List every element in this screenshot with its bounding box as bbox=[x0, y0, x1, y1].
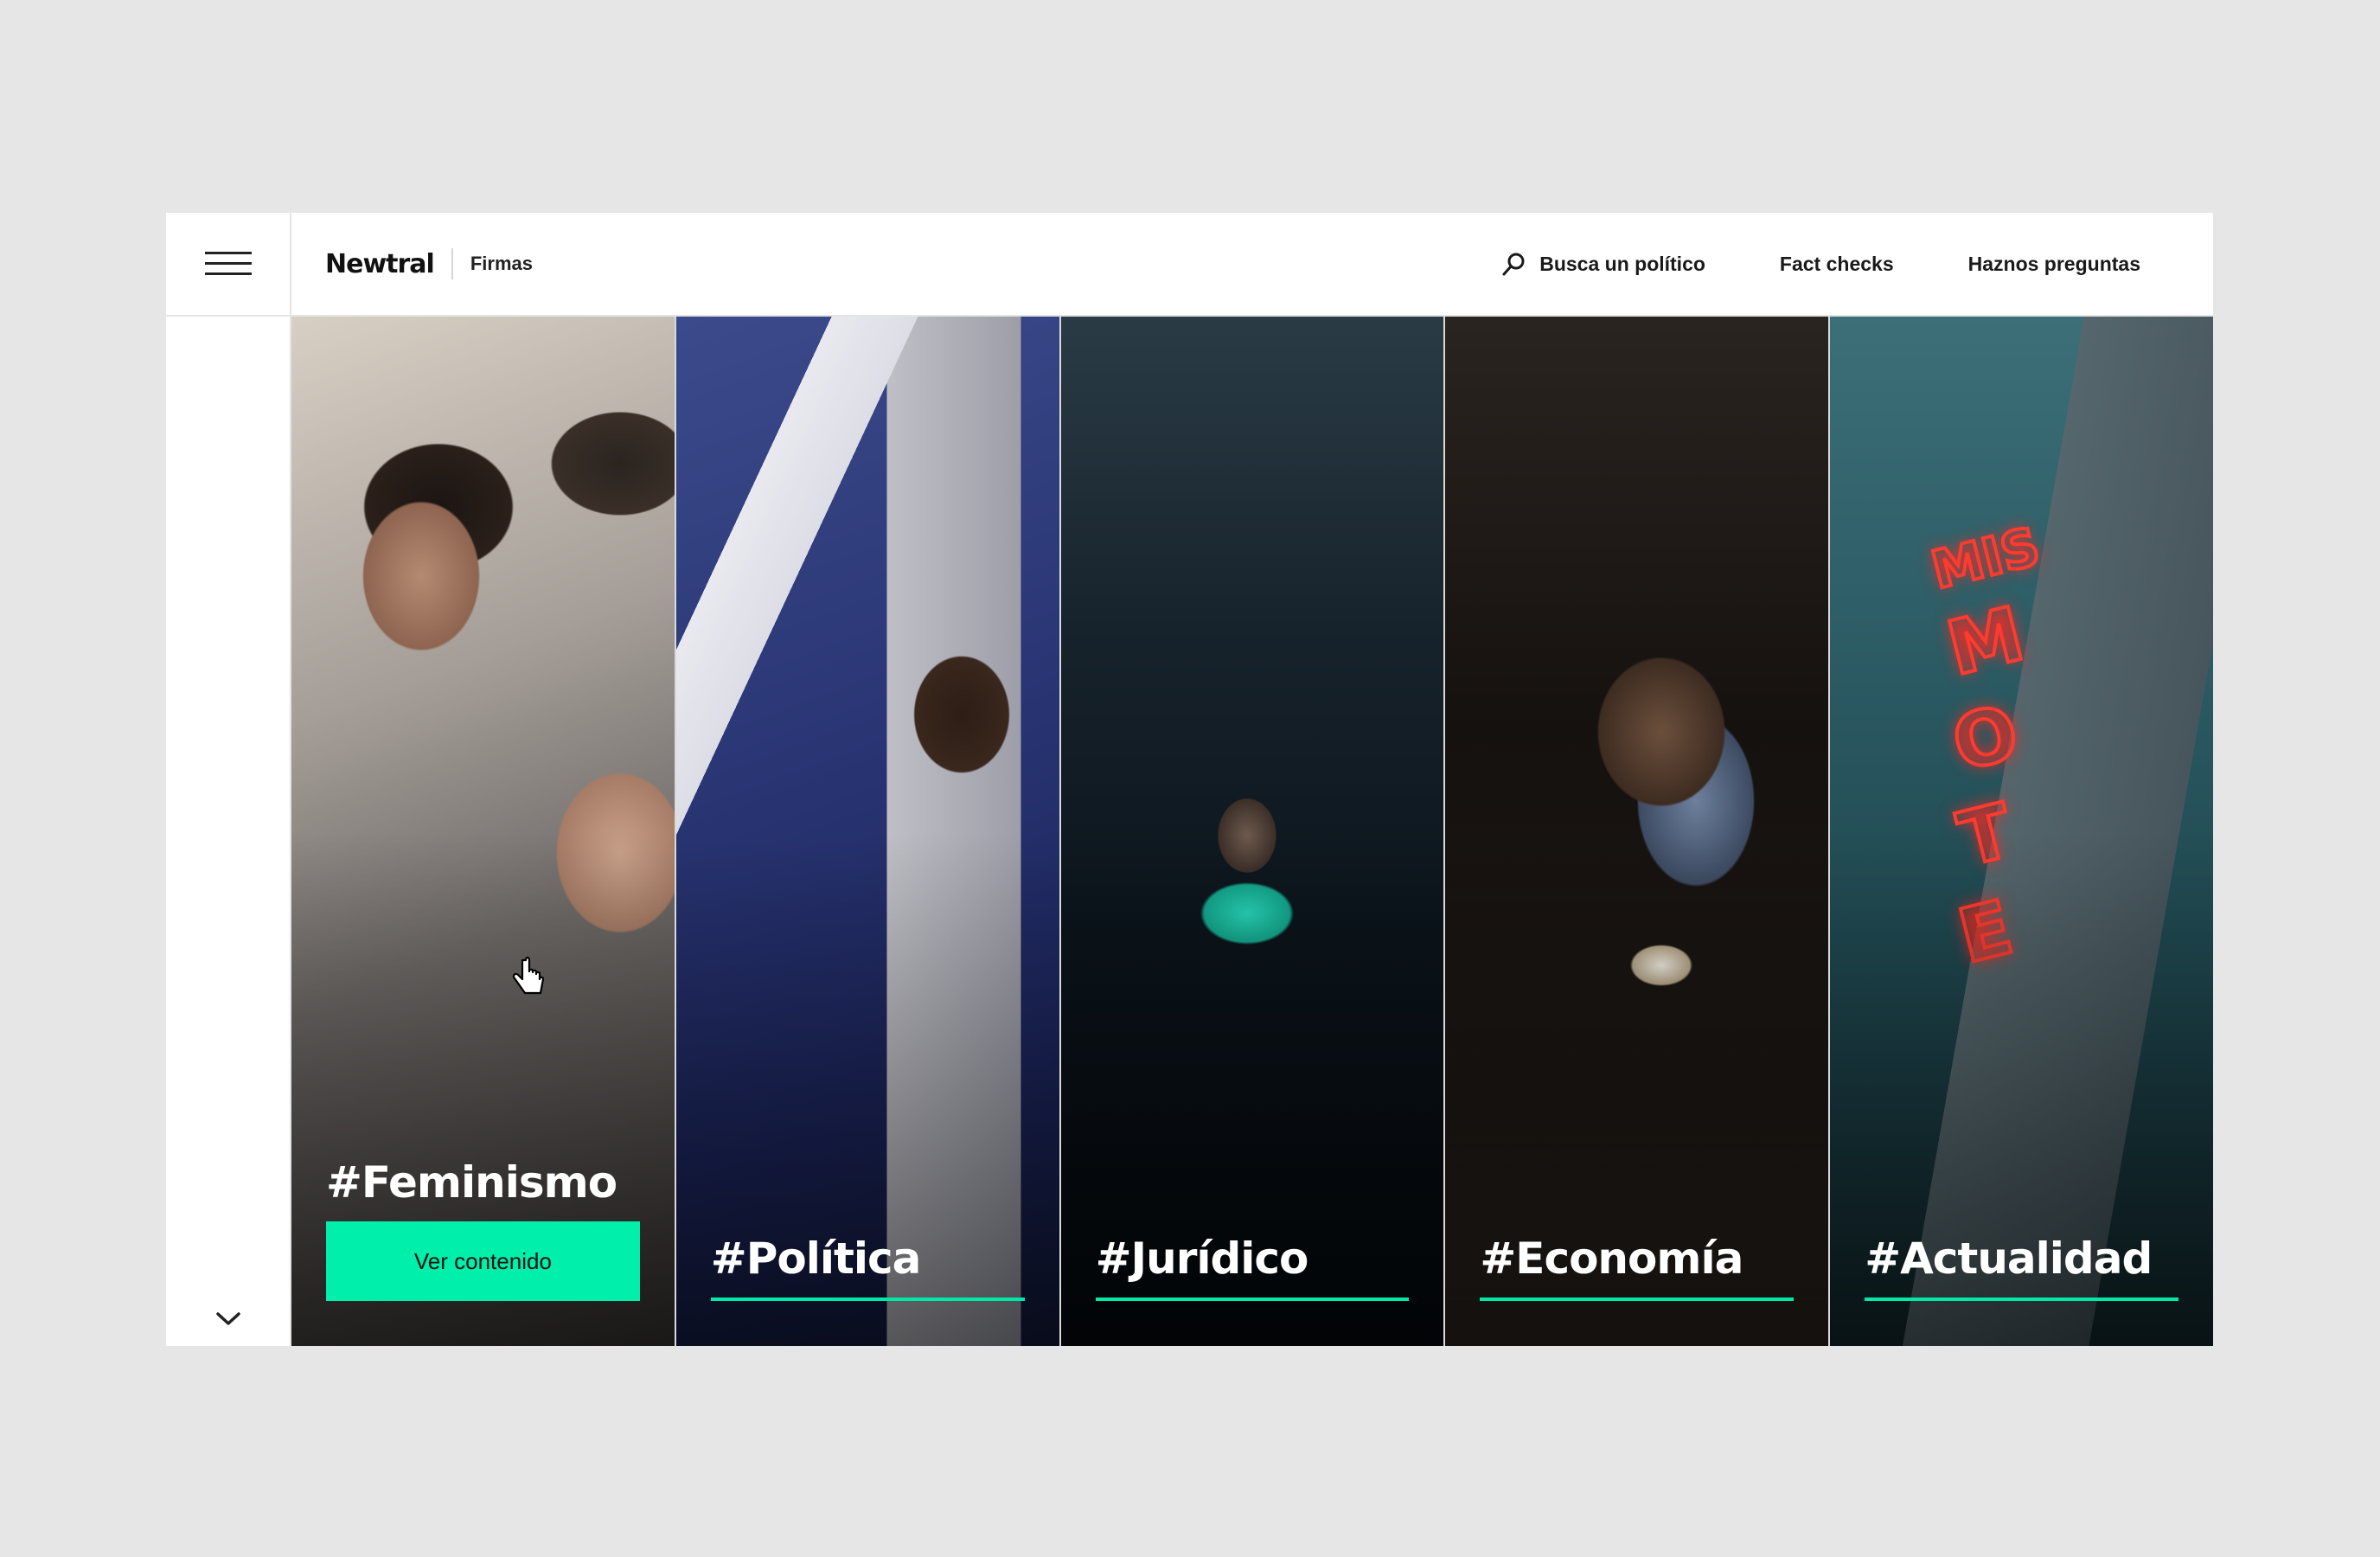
menu-button[interactable] bbox=[166, 213, 291, 315]
app-window: Newtral Firmas Busca un político Fact ch… bbox=[166, 213, 2213, 1346]
card-juridico[interactable]: #Jurídico bbox=[1060, 317, 1446, 1346]
card-politica[interactable]: #Política bbox=[675, 317, 1061, 1346]
card-title: #Jurídico bbox=[1095, 1233, 1309, 1284]
nav-label-search: Busca un político bbox=[1539, 252, 1705, 275]
card-underline bbox=[710, 1298, 1025, 1301]
top-navigation-bar: Newtral Firmas Busca un político Fact ch… bbox=[166, 213, 2213, 317]
nav-label-fact-checks: Fact checks bbox=[1779, 252, 1894, 275]
ask-us-link[interactable]: Haznos preguntas bbox=[1968, 253, 2140, 276]
view-content-button[interactable]: Ver contenido bbox=[326, 1221, 640, 1301]
card-title: #Política bbox=[710, 1233, 922, 1284]
fact-checks-link[interactable]: Fact checks bbox=[1780, 253, 1894, 276]
card-underline bbox=[1865, 1298, 2178, 1301]
newtral-logo[interactable]: Newtral bbox=[325, 249, 435, 279]
nav-label-ask-us: Haznos preguntas bbox=[1967, 252, 2140, 275]
topic-cards: #Feminismo Ver contenido #Política #Jurí… bbox=[291, 317, 2213, 1346]
card-title: #Feminismo bbox=[326, 1157, 617, 1208]
card-feminismo[interactable]: #Feminismo Ver contenido bbox=[291, 317, 676, 1346]
card-economia[interactable]: #Economía bbox=[1445, 317, 1831, 1346]
main-nav: Busca un político Fact checks Haznos pre… bbox=[1501, 213, 2140, 315]
brand-divider bbox=[451, 248, 453, 279]
brand: Newtral Firmas bbox=[325, 213, 533, 315]
search-politician-link[interactable]: Busca un político bbox=[1501, 251, 1705, 277]
menu-icon bbox=[204, 252, 252, 276]
card-underline bbox=[1095, 1298, 1410, 1301]
chevron-down-icon[interactable] bbox=[213, 1308, 244, 1329]
section-title[interactable]: Firmas bbox=[470, 253, 533, 275]
card-title: #Economía bbox=[1480, 1233, 1743, 1284]
left-rail bbox=[166, 317, 291, 1346]
search-icon bbox=[1502, 253, 1525, 276]
card-actualidad[interactable]: MIS MOTE #Actualidad bbox=[1830, 317, 2213, 1346]
card-title: #Actualidad bbox=[1865, 1233, 2153, 1284]
card-underline bbox=[1480, 1298, 1795, 1301]
